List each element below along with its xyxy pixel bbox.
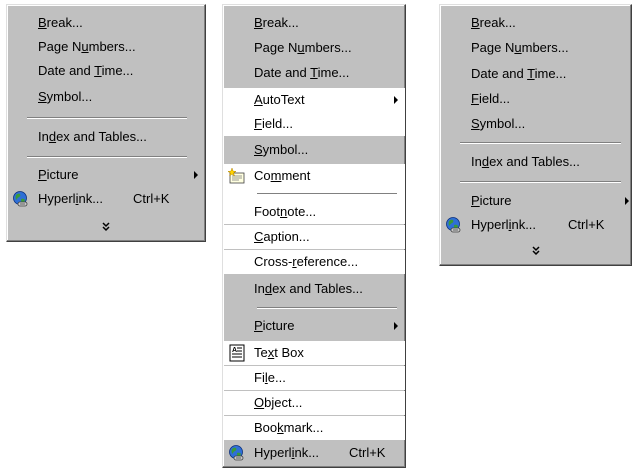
comment-icon [228, 167, 246, 185]
menu-item-caption[interactable]: Caption... [223, 225, 405, 249]
menu-item-page-numbers[interactable]: Page Numbers... [7, 35, 205, 59]
menu-item-index-and-tables[interactable]: Index and Tables... [440, 150, 631, 174]
menu-item-picture[interactable]: Picture [223, 314, 405, 338]
menu-separator [257, 193, 397, 195]
menu-item-comment[interactable]: Comment [223, 164, 405, 188]
expand-menu-chevron-icon[interactable] [440, 243, 631, 257]
menu-item-picture[interactable]: Picture [440, 189, 631, 213]
menu-separator [27, 156, 187, 158]
menu-item-date-and-time[interactable]: Date and Time... [223, 61, 405, 85]
menu-item-symbol[interactable]: Symbol... [7, 85, 205, 109]
hyperlink-globe-icon [12, 190, 30, 208]
menu-item-hyperlink[interactable]: Hyperlink... Ctrl+K [223, 441, 405, 465]
menu-item-symbol[interactable]: Symbol... [440, 112, 631, 136]
menu-item-object[interactable]: Object... [223, 391, 405, 415]
expand-menu-chevron-icon[interactable] [7, 219, 205, 233]
menu-item-autotext[interactable]: AutoText [223, 88, 405, 112]
menu-item-field[interactable]: Field... [440, 87, 631, 111]
menu-item-date-and-time[interactable]: Date and Time... [440, 62, 631, 86]
menu-item-index-and-tables[interactable]: Index and Tables... [7, 125, 205, 149]
menu-item-hyperlink[interactable]: Hyperlink... Ctrl+K [7, 187, 205, 211]
submenu-arrow-icon [394, 96, 398, 104]
submenu-arrow-icon [394, 322, 398, 330]
menu-separator [257, 307, 397, 309]
menu-item-picture[interactable]: Picture [7, 163, 205, 187]
submenu-arrow-icon [625, 197, 629, 205]
menu-item-file[interactable]: File... [223, 366, 405, 390]
menu-item-field[interactable]: Field... [223, 112, 405, 136]
menu-item-bookmark[interactable]: Bookmark... [223, 416, 405, 440]
menu-item-symbol[interactable]: Symbol... [223, 138, 405, 162]
menu-item-date-and-time[interactable]: Date and Time... [7, 59, 205, 83]
menu-item-break[interactable]: Break... [223, 11, 405, 35]
menu-item-hyperlink[interactable]: Hyperlink... Ctrl+K [440, 213, 631, 237]
insert-menu-expanded: Break... Page Numbers... Date and Time..… [222, 4, 406, 468]
menu-item-footnote[interactable]: Footnote... [223, 200, 405, 224]
menu-item-cross-reference[interactable]: Cross-reference... [223, 250, 405, 274]
menu-item-text-box[interactable]: Text Box [223, 341, 405, 365]
hyperlink-globe-icon [445, 216, 463, 234]
insert-menu-collapsed-right: Break... Page Numbers... Date and Time..… [439, 4, 632, 266]
shortcut-label: Ctrl+K [133, 191, 170, 206]
text-box-icon [228, 344, 246, 362]
menu-separator [460, 181, 621, 183]
menu-item-break[interactable]: Break... [440, 11, 631, 35]
menu-separator-row [223, 188, 405, 200]
menu-separator [27, 117, 187, 119]
menu-item-break[interactable]: Break... [7, 11, 205, 35]
hyperlink-globe-icon [228, 444, 246, 462]
menu-item-page-numbers[interactable]: Page Numbers... [440, 36, 631, 60]
menu-separator [460, 142, 621, 144]
insert-menu-collapsed-left: Break... Page Numbers... Date and Time..… [6, 4, 206, 242]
shortcut-label: Ctrl+K [568, 217, 605, 232]
menu-item-page-numbers[interactable]: Page Numbers... [223, 36, 405, 60]
menu-item-index-and-tables[interactable]: Index and Tables... [223, 277, 405, 301]
submenu-arrow-icon [194, 171, 198, 179]
shortcut-label: Ctrl+K [349, 445, 386, 460]
